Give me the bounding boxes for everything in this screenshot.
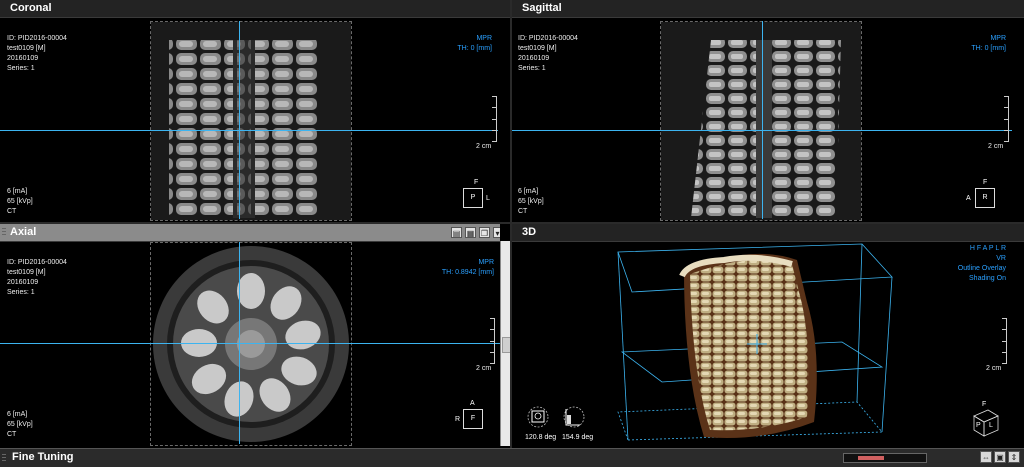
patient-info: ID: PID2016-00004 test0109 [M] 20160109 …: [7, 34, 67, 74]
axial-image[interactable]: [150, 242, 352, 446]
patient-name: test0109 [M]: [518, 45, 557, 52]
series-number: Series: 1: [518, 65, 546, 72]
mpr-info: MPR TH: 0 [mm]: [457, 34, 492, 54]
expand-icon[interactable]: ⇔: [980, 451, 992, 463]
orientation-top: F: [983, 179, 988, 186]
slice-thickness: TH: 0 [mm]: [457, 45, 492, 52]
tube-voltage: 65 [kVp]: [7, 421, 33, 428]
scan-params: 6 [mA] 65 [kVp] CT: [7, 410, 33, 440]
study-date: 20160109: [7, 279, 39, 286]
vertical-divider[interactable]: [510, 0, 512, 448]
horizontal-crosshair[interactable]: [0, 130, 498, 131]
fine-tuning-title: Fine Tuning: [12, 451, 74, 463]
vertical-crosshair[interactable]: [762, 21, 763, 219]
slice-thickness: TH: 0 [mm]: [971, 45, 1006, 52]
patient-info: ID: PID2016-00004 test0109 [M] 20160109 …: [7, 258, 67, 298]
corn-sagittal-image: [661, 22, 861, 220]
horizontal-divider[interactable]: [0, 222, 1024, 224]
tube-voltage: 65 [kVp]: [7, 198, 33, 205]
tube-current: 6 [mA]: [7, 411, 28, 418]
series-number: Series: 1: [7, 65, 35, 72]
corn-coronal-image: [151, 22, 351, 220]
scale-ruler: [1002, 96, 1009, 142]
slider-handle[interactable]: [858, 456, 884, 460]
mpr-info: MPR TH: 0.8942 [mm]: [442, 258, 494, 278]
render-mode: MPR: [476, 35, 492, 42]
grid-icon[interactable]: ▦: [465, 227, 476, 238]
orientation-top: F: [474, 179, 479, 186]
scale-ruler: [490, 96, 497, 142]
orientation-box: F: [463, 409, 483, 429]
coronal-pane[interactable]: Coronal ID: PID2016-00004 test0109 [M] 2…: [0, 0, 510, 223]
orientation-box: P: [463, 188, 483, 208]
patient-id: ID: PID2016-00004: [7, 259, 67, 266]
patient-info: ID: PID2016-00004 test0109 [M] 20160109 …: [518, 34, 578, 74]
mpr-info: MPR TH: 0 [mm]: [971, 34, 1006, 54]
scale-ruler: [1000, 318, 1007, 364]
study-date: 20160109: [7, 55, 39, 62]
pane-title: 3D: [522, 226, 537, 238]
3d-header: 3D: [512, 224, 1024, 242]
pane-title: Axial: [10, 226, 37, 238]
split-icon[interactable]: ▣: [994, 451, 1006, 463]
3d-volume-render[interactable]: [592, 242, 1012, 447]
orientation-left: A: [966, 195, 971, 202]
orientation-box: R: [975, 188, 995, 208]
slice-thickness: TH: 0.8942 [mm]: [441, 269, 494, 276]
patient-id: ID: PID2016-00004: [518, 35, 578, 42]
render-mode: MPR: [990, 35, 1006, 42]
sagittal-header: Sagittal: [512, 0, 1024, 18]
orientation-cube-icon[interactable]: [970, 406, 1002, 438]
3d-pane[interactable]: 3D H F A P L R VR Outline Overlay Shadin…: [512, 224, 1024, 448]
patient-name: test0109 [M]: [7, 45, 46, 52]
corn-axial-image: [151, 243, 351, 445]
fine-tuning-slider[interactable]: [843, 453, 927, 463]
drag-grip-icon[interactable]: [2, 228, 6, 236]
copy-icon[interactable]: ❐: [479, 227, 490, 238]
modality: CT: [7, 431, 17, 438]
cube-label-top: F: [982, 401, 987, 408]
tube-voltage: 65 [kVp]: [518, 198, 544, 205]
tube-current: 6 [mA]: [7, 188, 28, 195]
layout-icon[interactable]: ▤: [451, 227, 462, 238]
tube-current: 6 [mA]: [518, 188, 539, 195]
elevation-angle: 154.9 deg: [562, 434, 594, 441]
sagittal-pane[interactable]: Sagittal ID: PID2016-00004 test0109 [M] …: [512, 0, 1024, 223]
scale-label: 2 cm: [988, 143, 1004, 150]
orientation-left: R: [455, 416, 461, 423]
cube-label-left: P: [976, 422, 981, 429]
patient-name: test0109 [M]: [7, 269, 46, 276]
scale-label: 2 cm: [476, 365, 492, 372]
vertical-crosshair[interactable]: [239, 21, 240, 219]
scan-params: 6 [mA] 65 [kVp] CT: [7, 187, 33, 217]
pane-title: Sagittal: [522, 2, 562, 14]
series-number: Series: 1: [7, 289, 35, 296]
pane-title: Coronal: [10, 2, 52, 14]
scale-label: 2 cm: [986, 365, 1002, 372]
modality: CT: [518, 208, 528, 215]
study-date: 20160109: [518, 55, 550, 62]
vertical-crosshair[interactable]: [239, 242, 240, 444]
modality: CT: [7, 208, 17, 215]
fine-tuning-bar[interactable]: Fine Tuning ⇔ ▣ ⇕: [0, 448, 1024, 467]
azimuth-angle: 120.8 deg: [525, 434, 557, 441]
render-mode: MPR: [478, 259, 494, 266]
coronal-image[interactable]: [150, 21, 352, 221]
scan-params: 6 [mA] 65 [kVp] CT: [518, 187, 544, 217]
patient-id: ID: PID2016-00004: [7, 35, 67, 42]
sagittal-image[interactable]: [660, 21, 862, 221]
orientation-right: L: [486, 195, 490, 202]
collapse-icon[interactable]: ⇕: [1008, 451, 1020, 463]
cube-label-right: L: [989, 422, 993, 429]
axial-header: Axial ▤ ▦ ❐ ▾: [0, 224, 500, 242]
orientation-top: A: [470, 400, 475, 407]
horizontal-crosshair[interactable]: [0, 343, 500, 344]
coronal-header: Coronal: [0, 0, 510, 18]
drag-grip-icon[interactable]: [2, 454, 6, 462]
axial-pane[interactable]: Axial ▤ ▦ ❐ ▾ ID: PID2016-00004 test0109…: [0, 224, 500, 448]
scale-label: 2 cm: [476, 143, 492, 150]
dropdown-icon[interactable]: ▾: [493, 227, 500, 238]
scale-ruler: [488, 318, 495, 364]
